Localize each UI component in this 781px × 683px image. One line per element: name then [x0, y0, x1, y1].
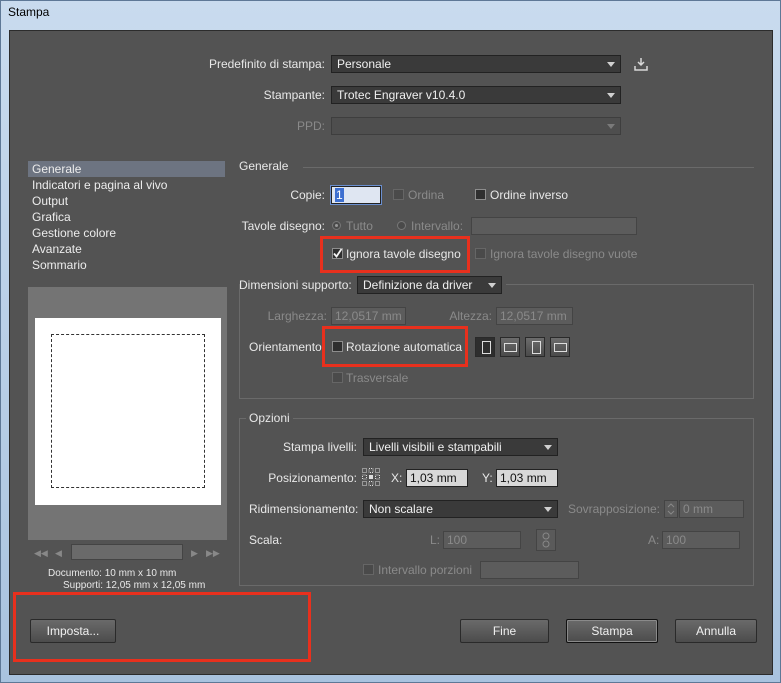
print-dialog: Predefinito di stampa: Personale Stampan…	[9, 30, 773, 675]
transverse-label: Trasversale	[346, 371, 409, 385]
tile-range-label: Intervallo porzioni	[378, 563, 473, 577]
x-label: X:	[391, 471, 403, 485]
reverse-order-label: Ordine inverso	[490, 188, 569, 202]
print-layers-value: Livelli visibili e stampabili	[369, 440, 502, 454]
range-radio	[397, 221, 406, 230]
width-input: 12,0517 mm	[331, 307, 406, 325]
general-section-title: Generale	[239, 159, 289, 173]
link-proportions-icon	[536, 529, 556, 551]
printer-dropdown[interactable]: Trotec Engraver v10.4.0	[331, 86, 621, 104]
chevron-down-icon	[541, 439, 555, 455]
done-button[interactable]: Fine	[460, 619, 549, 643]
window-title: Stampa	[8, 5, 50, 19]
preview-navigation: ◀◀ ◀ ▶ ▶▶	[28, 542, 227, 562]
overlap-label: Sovrapposizione:	[567, 502, 660, 516]
sidebar-list: Generale Indicatori e pagina al vivo Out…	[28, 159, 225, 275]
preview-page	[35, 318, 221, 505]
tile-range-checkbox	[363, 564, 374, 575]
artboards-label: Tavole disegno:	[241, 219, 325, 233]
range-input	[471, 217, 637, 235]
print-layers-label: Stampa livelli:	[282, 440, 357, 454]
collate-checkbox	[393, 189, 404, 200]
cancel-button[interactable]: Annulla	[675, 619, 757, 643]
section-divider	[303, 167, 754, 168]
portrait-flipped-orientation-icon[interactable]	[525, 337, 545, 357]
height-input: 12,0517 mm	[496, 307, 573, 325]
preset-label: Predefinito di stampa:	[208, 57, 325, 71]
sidebar-item-gestione-colore[interactable]: Gestione colore	[32, 225, 116, 241]
placement-grid-icon[interactable]	[361, 467, 381, 487]
scale-h-input: 100	[662, 531, 740, 549]
next-page-icon[interactable]: ▶	[191, 548, 198, 559]
printer-value: Trotec Engraver v10.4.0	[337, 88, 466, 102]
preset-dropdown[interactable]: Personale	[331, 55, 621, 73]
prev-page-icon[interactable]: ◀	[55, 548, 62, 559]
document-size-label: Documento: 10 mm x 10 mm	[48, 568, 177, 579]
chevron-down-icon	[604, 56, 618, 72]
y-label: Y:	[482, 471, 493, 485]
printer-label: Stampante:	[263, 88, 325, 102]
reverse-order-checkbox[interactable]	[475, 189, 486, 200]
copies-label: Copie:	[290, 188, 325, 202]
height-label: Altezza:	[449, 309, 492, 323]
all-label: Tutto	[346, 219, 373, 233]
media-size-label: Supporti: 12,05 mm x 12,05 mm	[63, 580, 206, 591]
first-page-icon[interactable]: ◀◀	[34, 548, 48, 559]
scale-w-label: L:	[430, 533, 441, 547]
sidebar-item-output[interactable]: Output	[32, 193, 68, 209]
y-input[interactable]: 1,03 mm	[496, 469, 558, 487]
landscape-flipped-orientation-icon[interactable]	[550, 337, 570, 357]
sidebar-item-generale[interactable]: Generale	[28, 161, 225, 177]
sidebar-item-sommario[interactable]: Sommario	[32, 257, 87, 273]
sidebar-item-indicatori[interactable]: Indicatori e pagina al vivo	[32, 177, 167, 193]
scaling-value: Non scalare	[369, 502, 434, 516]
overlap-stepper	[664, 500, 678, 518]
highlight-setup	[13, 592, 311, 662]
landscape-orientation-icon[interactable]	[500, 337, 520, 357]
ppd-dropdown	[331, 117, 621, 135]
chevron-down-icon	[604, 87, 618, 103]
print-button[interactable]: Stampa	[566, 619, 658, 643]
preview-artboard	[51, 334, 205, 488]
chevron-down-icon	[541, 501, 555, 517]
scale-h-label: A:	[648, 533, 660, 547]
print-layers-dropdown[interactable]: Livelli visibili e stampabili	[363, 438, 558, 456]
scale-label: Scala:	[249, 533, 283, 547]
ppd-label: PPD:	[296, 119, 325, 133]
tile-range-input	[480, 561, 579, 579]
transverse-checkbox	[332, 372, 343, 383]
collate-label: Ordina	[408, 188, 445, 202]
scaling-dropdown[interactable]: Non scalare	[363, 500, 558, 518]
skip-blank-label: Ignora tavole disegno vuote	[490, 247, 638, 261]
sidebar-item-avanzate[interactable]: Avanzate	[32, 241, 82, 257]
highlight-auto-rotate	[322, 326, 468, 367]
preset-value: Personale	[337, 57, 392, 71]
range-label: Intervallo:	[411, 219, 464, 233]
print-preview[interactable]	[28, 287, 227, 540]
section-divider	[506, 284, 754, 285]
page-slider[interactable]	[71, 544, 183, 560]
placement-label: Posizionamento:	[268, 471, 357, 485]
scaling-label: Ridimensionamento:	[249, 502, 359, 516]
sidebar-item-grafica[interactable]: Grafica	[32, 209, 71, 225]
save-preset-icon[interactable]	[633, 56, 649, 72]
highlight-ignore-artboards	[320, 236, 470, 273]
copies-input[interactable]: 1	[331, 186, 381, 204]
portrait-orientation-icon[interactable]	[475, 337, 495, 357]
width-label: Larghezza:	[267, 309, 327, 323]
orientation-label: Orientamento:	[249, 340, 326, 354]
last-page-icon[interactable]: ▶▶	[206, 548, 220, 559]
all-radio	[332, 221, 341, 230]
options-section-title: Opzioni	[246, 411, 293, 425]
chevron-down-icon	[604, 118, 618, 134]
overlap-input: 0 mm	[679, 500, 744, 518]
scale-w-input: 100	[443, 531, 521, 549]
skip-blank-checkbox	[475, 248, 486, 259]
copies-value: 1	[335, 188, 344, 202]
x-input[interactable]: 1,03 mm	[406, 469, 468, 487]
